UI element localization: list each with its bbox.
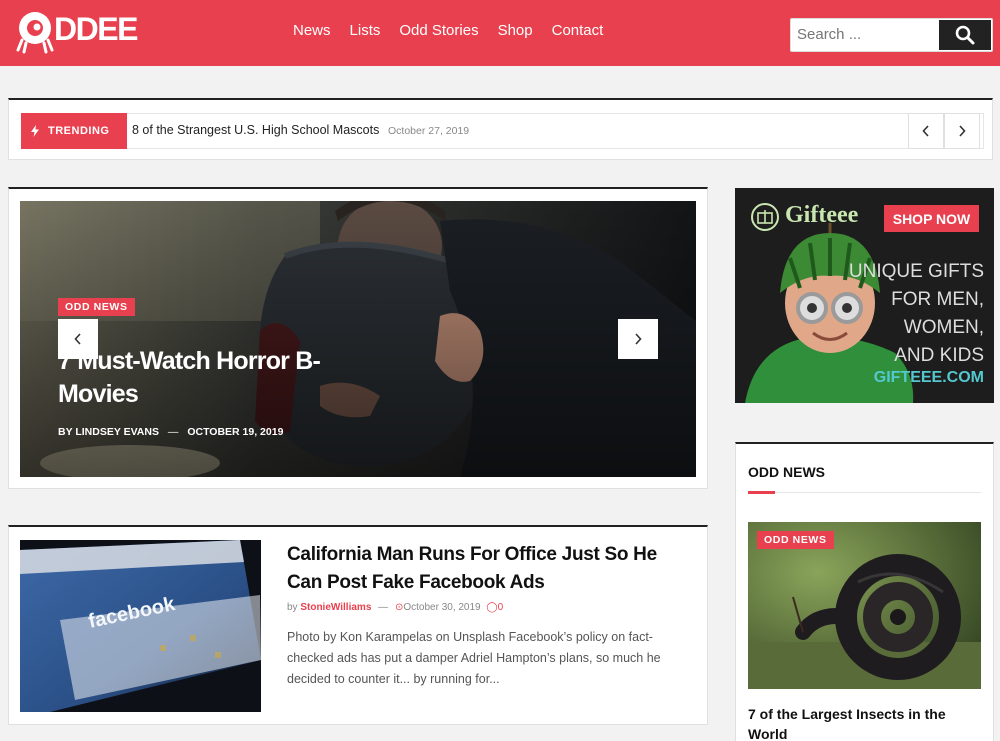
- chevron-left-icon: [922, 125, 929, 137]
- trending-label: TRENDING: [21, 113, 127, 149]
- featured-category-badge[interactable]: ODD NEWS: [58, 298, 135, 316]
- nav-item-odd-stories[interactable]: Odd Stories: [399, 22, 478, 39]
- site-header: DDEE News Lists Odd Stories Shop Contact: [0, 0, 1000, 66]
- article-card: facebook California Man Runs For Office …: [8, 525, 708, 725]
- main-nav: News Lists Odd Stories Shop Contact: [293, 22, 622, 39]
- ad-tagline-line: AND KIDS: [894, 345, 984, 366]
- trending-prev-button[interactable]: [908, 113, 944, 149]
- slider-next-button[interactable]: [618, 319, 658, 359]
- article-dash: —: [378, 602, 389, 613]
- featured-slider: ODD NEWS 7 Must-Watch Horror B-Movies BY…: [8, 187, 708, 489]
- comment-icon: ◯: [486, 602, 498, 613]
- featured-title[interactable]: 7 Must-Watch Horror B-Movies: [58, 345, 358, 411]
- featured-image[interactable]: ODD NEWS 7 Must-Watch Horror B-Movies BY…: [20, 201, 696, 477]
- article-meta: by StonieWilliams — ⊙October 30, 2019 ◯0: [287, 602, 503, 613]
- trending-bar: TRENDING 8 of the Strangest U.S. High Sc…: [8, 98, 993, 160]
- article-photo: facebook: [20, 540, 261, 712]
- featured-meta: BY LINDSEY EVANS — OCTOBER 19, 2019: [58, 426, 283, 438]
- widget-title: ODD NEWS: [748, 464, 825, 480]
- ad-tagline: UNIQUE GIFTS FOR MEN, WOMEN, AND KIDS: [849, 258, 984, 370]
- nav-item-shop[interactable]: Shop: [498, 22, 533, 39]
- ad-tagline-line: UNIQUE GIFTS: [848, 261, 984, 282]
- ad-shop-now-button[interactable]: SHOP NOW: [884, 205, 979, 232]
- trending-headline[interactable]: 8 of the Strangest U.S. High School Masc…: [132, 123, 379, 137]
- widget-accent: [748, 491, 775, 494]
- site-logo[interactable]: DDEE: [16, 6, 146, 56]
- featured-date: OCTOBER 19, 2019: [187, 426, 284, 438]
- slider-prev-button[interactable]: [58, 319, 98, 359]
- search-icon: [955, 25, 975, 45]
- article-date: October 30, 2019: [403, 602, 481, 613]
- featured-by: BY: [58, 426, 73, 438]
- article-comments-count[interactable]: 0: [498, 602, 504, 613]
- chevron-right-icon: [959, 125, 966, 137]
- featured-dash: —: [167, 426, 179, 438]
- widget-category-badge[interactable]: ODD NEWS: [757, 531, 834, 549]
- widget-divider: [748, 492, 981, 493]
- nav-item-lists[interactable]: Lists: [350, 22, 381, 39]
- widget-post-image[interactable]: ODD NEWS: [748, 522, 981, 689]
- ad-tagline-line: WOMEN,: [903, 317, 984, 338]
- featured-author[interactable]: LINDSEY EVANS: [75, 426, 159, 438]
- chevron-left-icon: [74, 333, 81, 345]
- ad-url: GIFTEEE.COM: [873, 369, 984, 386]
- logo-wordmark: DDEE: [54, 11, 138, 47]
- ad-tagline-line: FOR MEN,: [891, 289, 984, 310]
- ad-brand: Gifteee: [785, 202, 859, 228]
- article-title[interactable]: California Man Runs For Office Just So H…: [287, 541, 692, 597]
- sidebar-ad[interactable]: Gifteee SHOP NOW UNIQUE GIFTS FOR MEN, W…: [735, 188, 994, 403]
- chevron-right-icon: [635, 333, 642, 345]
- trending-date: October 27, 2019: [388, 125, 470, 137]
- article-thumbnail[interactable]: facebook: [20, 540, 261, 712]
- trending-label-text: TRENDING: [48, 125, 110, 137]
- trending-next-button[interactable]: [944, 113, 980, 149]
- nav-item-news[interactable]: News: [293, 22, 331, 39]
- search-button[interactable]: [939, 20, 991, 50]
- search-input[interactable]: [797, 26, 937, 43]
- article-author[interactable]: StonieWilliams: [300, 602, 371, 613]
- widget-post-title[interactable]: 7 of the Largest Insects in the World: [748, 704, 973, 741]
- bolt-icon: [31, 125, 39, 137]
- article-by: by: [287, 602, 298, 613]
- search-box: [790, 18, 993, 52]
- odd-news-widget: ODD NEWS ODD NEWS 7 of the Largest Insec…: [735, 442, 994, 741]
- article-excerpt: Photo by Kon Karampelas on Unsplash Face…: [287, 630, 661, 686]
- nav-item-contact[interactable]: Contact: [552, 22, 604, 39]
